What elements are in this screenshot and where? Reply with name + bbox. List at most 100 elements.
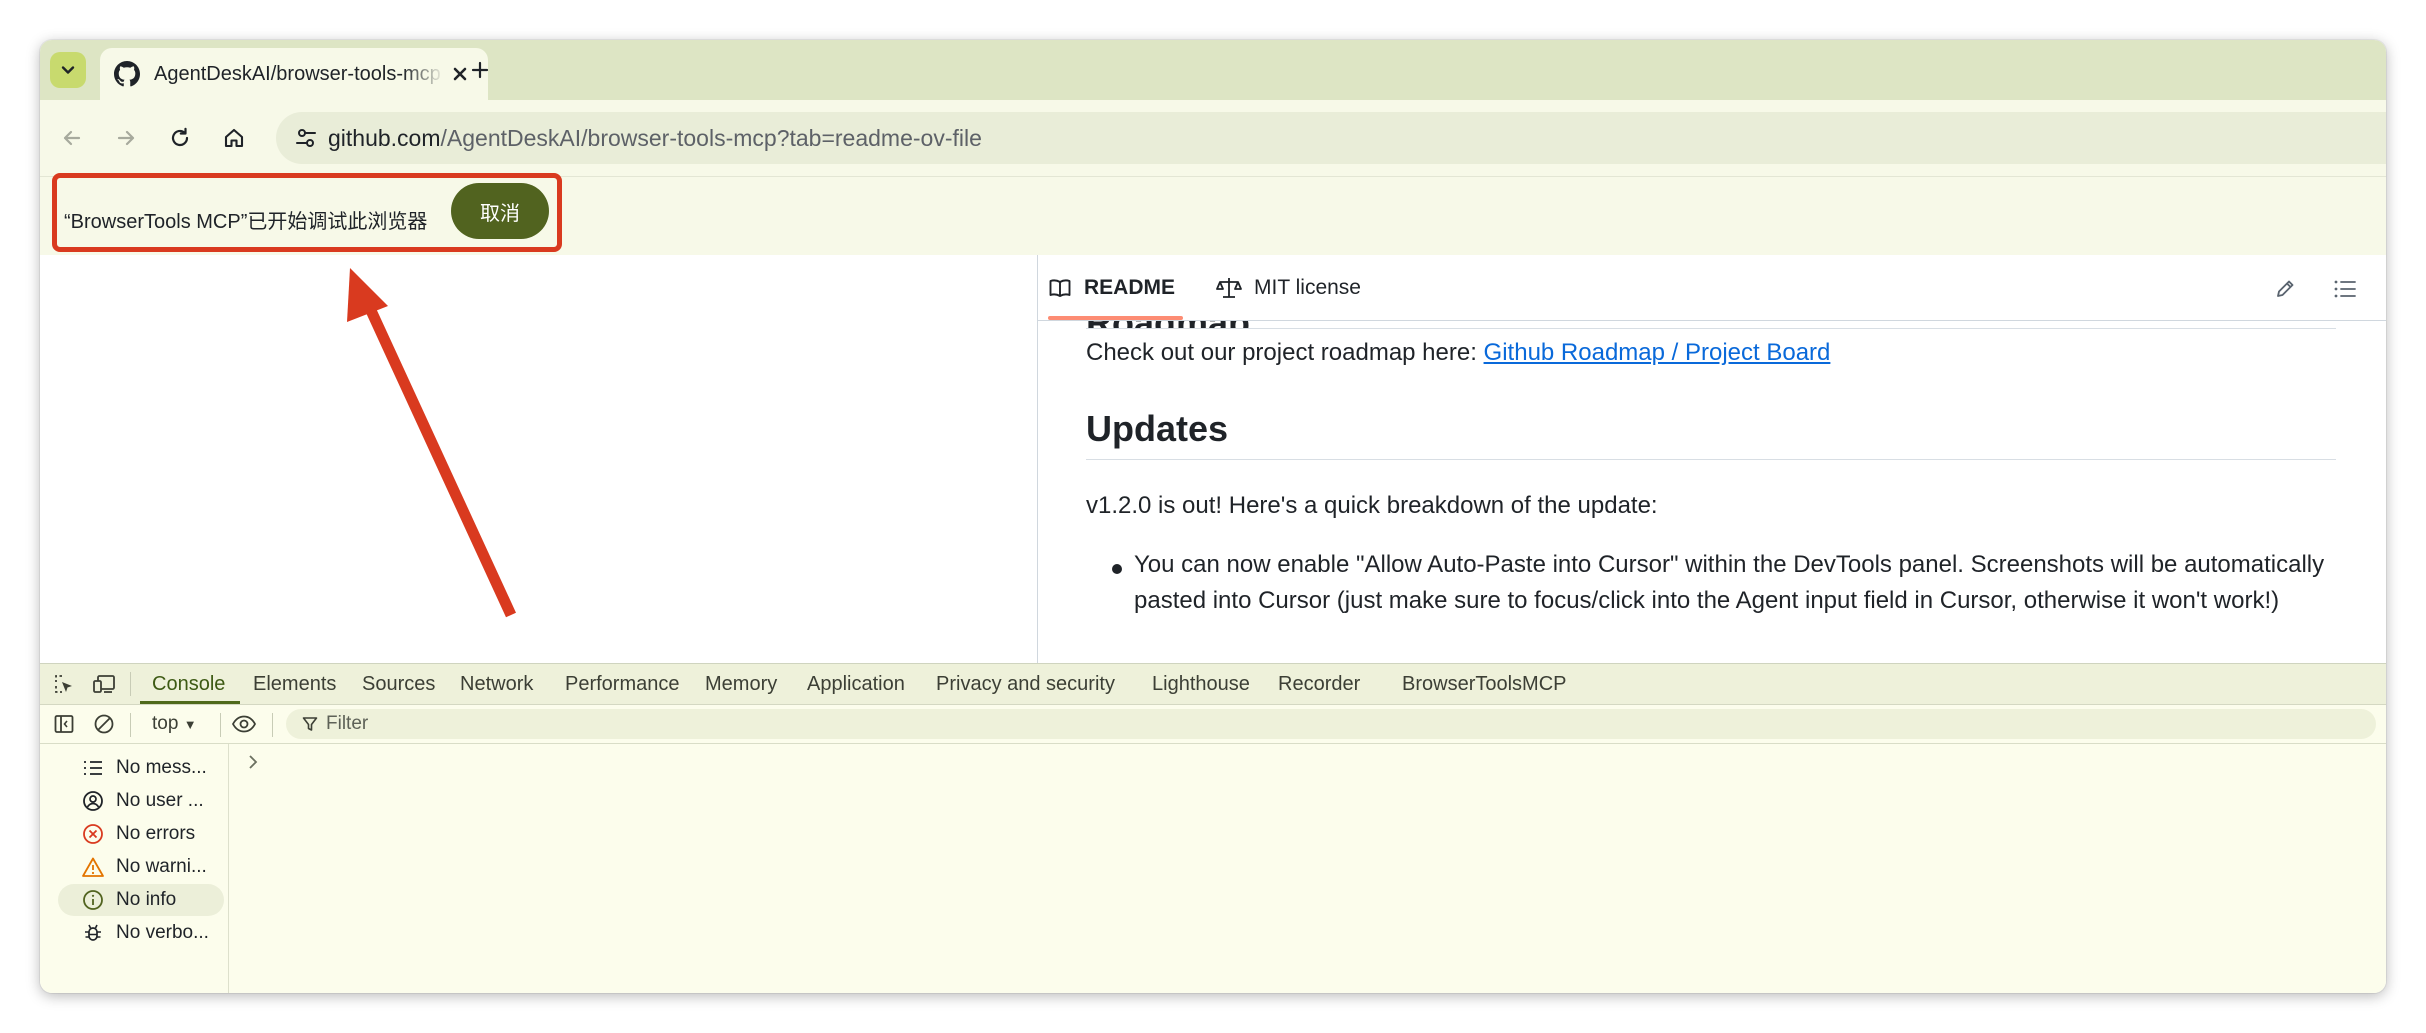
tab-readme-label: README [1084, 275, 1176, 299]
filter-icon [302, 717, 318, 731]
edit-file-button[interactable] [2271, 275, 2299, 303]
caret-down-icon: ▼ [183, 717, 197, 732]
address-bar[interactable]: github.com/AgentDeskAI/browser-tools-mcp… [276, 112, 2386, 164]
chevron-down-icon [61, 66, 75, 74]
book-icon [1049, 278, 1071, 297]
live-expression-button[interactable] [230, 710, 258, 738]
console-sidebar: No mess... No user ... No errors No warn… [40, 744, 229, 993]
roadmap-paragraph: Check out our project roadmap here: Gith… [1086, 339, 1830, 367]
github-icon [114, 61, 140, 87]
device-icon [93, 675, 115, 693]
error-icon [78, 819, 108, 849]
sidebar-item-verbose[interactable]: No verbo... [58, 917, 224, 949]
sidebar-item-label: No mess... [116, 757, 207, 778]
forward-button[interactable] [106, 118, 146, 158]
site-info-button[interactable] [290, 122, 322, 154]
list-icon [78, 753, 108, 783]
roadmap-link[interactable]: Github Roadmap / Project Board [1484, 339, 1831, 366]
separator [130, 672, 131, 696]
tab-memory[interactable]: Memory [705, 673, 777, 696]
toggle-sidebar-button[interactable] [50, 710, 78, 738]
clear-console-button[interactable] [90, 710, 118, 738]
new-tab-button[interactable] [464, 54, 496, 86]
debugging-infobar: “BrowserTools MCP”已开始调试此浏览器 [40, 176, 2386, 256]
separator [220, 713, 221, 737]
tab-lighthouse[interactable]: Lighthouse [1152, 673, 1250, 696]
sidebar-item-label: No user ... [116, 790, 204, 811]
list-unordered-icon [2334, 280, 2356, 298]
tab-mit-license[interactable]: MIT license [1216, 255, 1361, 320]
context-selector[interactable]: top ▼ [152, 713, 197, 735]
tab-elements[interactable]: Elements [253, 673, 336, 696]
tab-privacy-security[interactable]: Privacy and security [936, 673, 1115, 696]
tab-strip: AgentDeskAI/browser-tools-mcp [40, 40, 2386, 100]
filter-placeholder: Filter [326, 713, 369, 734]
sidebar-item-user-messages[interactable]: No user ... [58, 785, 224, 817]
inspect-icon [55, 675, 72, 693]
tab-browsertoolsmcp[interactable]: BrowserToolsMCP [1402, 673, 1566, 696]
home-button[interactable] [214, 118, 254, 158]
tab-recorder[interactable]: Recorder [1278, 673, 1360, 696]
block-icon [94, 714, 114, 734]
debugging-message: “BrowserTools MCP”已开始调试此浏览器 [64, 211, 428, 233]
warning-icon [78, 852, 108, 882]
console-input-area[interactable] [230, 744, 2386, 993]
updates-heading: Updates [1086, 407, 2336, 460]
reload-button[interactable] [160, 118, 200, 158]
tab-sources[interactable]: Sources [362, 673, 435, 696]
arrow-right-icon [117, 130, 135, 146]
home-icon [224, 128, 244, 148]
browser-tab[interactable]: AgentDeskAI/browser-tools-mcp [100, 48, 488, 100]
tab-network[interactable]: Network [460, 673, 533, 696]
update-item-line-2: pasted into Cursor (just make sure to fo… [1134, 587, 2280, 614]
device-toolbar-button[interactable] [90, 670, 118, 698]
reload-icon [171, 127, 189, 147]
active-tab-underline [1048, 316, 1184, 320]
outline-button[interactable] [2331, 275, 2359, 303]
list-bullet [1112, 564, 1122, 574]
separator [272, 713, 273, 737]
tab-search-button[interactable] [50, 52, 86, 88]
back-button[interactable] [52, 118, 92, 158]
browser-toolbar: github.com/AgentDeskAI/browser-tools-mcp… [40, 100, 2386, 176]
updates-intro: v1.2.0 is out! Here's a quick breakdown … [1086, 492, 1658, 519]
sidebar-item-warnings[interactable]: No warni... [58, 851, 224, 883]
inspect-element-button[interactable] [50, 670, 78, 698]
tab-console[interactable]: Console [152, 673, 225, 696]
separator [130, 713, 131, 737]
cancel-debugging-button[interactable]: 取消 [451, 183, 549, 239]
sidebar-item-label: No warni... [116, 856, 207, 877]
sidebar-item-label: No info [116, 889, 177, 910]
eye-icon [231, 715, 257, 733]
tab-performance[interactable]: Performance [565, 673, 680, 696]
browser-window: AgentDeskAI/browser-tools-mcp github.com… [40, 40, 2386, 993]
url-host: github.com [328, 125, 441, 151]
arrow-left-icon [63, 130, 81, 146]
sidebar-item-label: No errors [116, 823, 196, 844]
tab-readme[interactable]: README [1048, 255, 1184, 320]
readme-panel: README MIT license Roadmap Check out our… [1037, 255, 2386, 663]
sidebar-item-errors[interactable]: No errors [58, 818, 224, 850]
user-icon [78, 786, 108, 816]
scale-icon [1216, 277, 1242, 298]
active-devtools-tab-underline [140, 701, 240, 704]
devtools-panel: Console Elements Sources Network Perform… [40, 663, 2386, 993]
sidebar-item-messages[interactable]: No mess... [58, 752, 224, 784]
console-filter-input[interactable]: Filter [286, 709, 2376, 739]
sidebar-item-info[interactable]: No info [58, 884, 224, 916]
sidebar-icon [54, 715, 74, 733]
page-content: README MIT license Roadmap Check out our… [40, 255, 2386, 663]
bug-icon [78, 918, 108, 948]
tab-application[interactable]: Application [807, 673, 905, 696]
url-text: github.com/AgentDeskAI/browser-tools-mcp… [328, 125, 982, 152]
context-label: top [152, 713, 179, 734]
tab-license-label: MIT license [1254, 275, 1361, 299]
readme-header: README MIT license [1038, 255, 2386, 321]
plus-icon [471, 61, 489, 79]
console-toolbar: top ▼ Filter [40, 705, 2386, 744]
roadmap-text: Check out our project roadmap here: [1086, 339, 1484, 366]
info-icon [78, 885, 108, 915]
pencil-icon [2277, 280, 2294, 297]
sidebar-item-label: No verbo... [116, 922, 209, 943]
url-path: /AgentDeskAI/browser-tools-mcp?tab=readm… [440, 125, 982, 151]
